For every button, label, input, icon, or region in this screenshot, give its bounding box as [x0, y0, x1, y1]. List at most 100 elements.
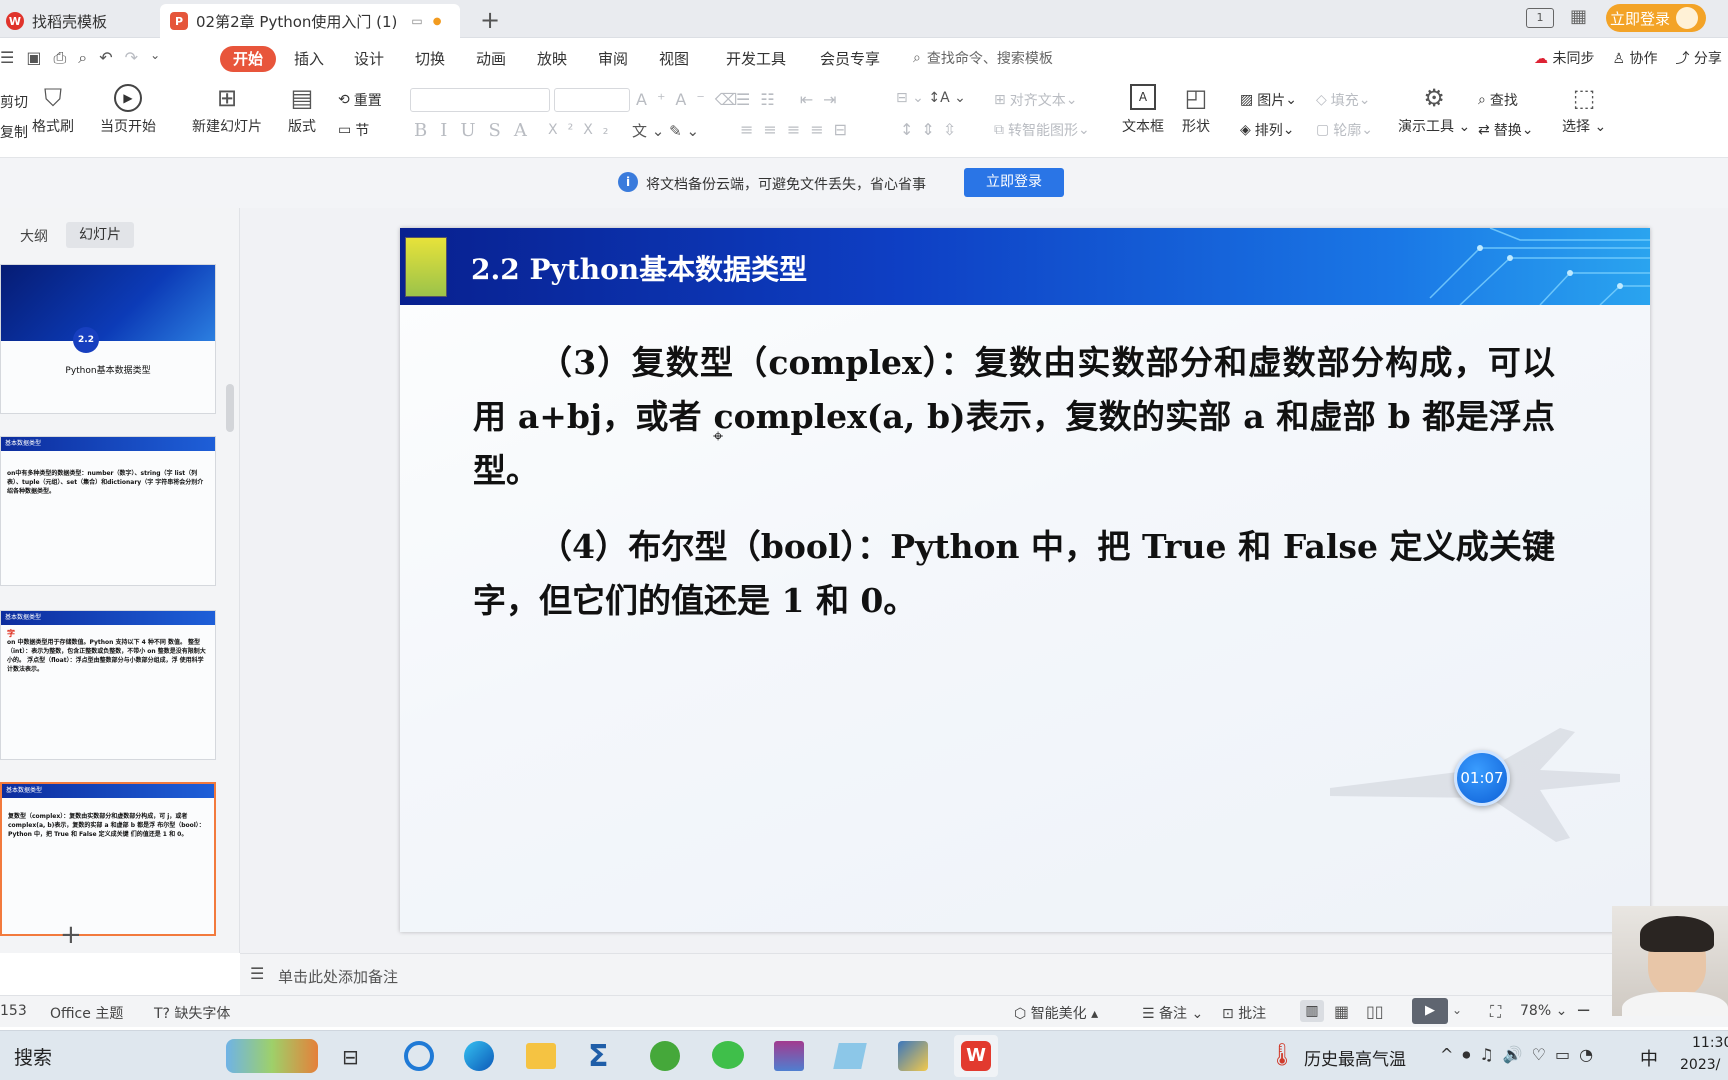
- login-button[interactable]: 立即登录: [1606, 4, 1706, 32]
- slide-thumbnail-4-selected[interactable]: 基本数据类型 复数型（complex）：复数由实数部分和虚数部分构成，可 j，或…: [0, 782, 216, 936]
- tab-current-document[interactable]: P 02第2章 Python使用入门 (1) ▭ ●: [160, 4, 460, 38]
- tab-developer[interactable]: 开发工具: [726, 48, 786, 69]
- phonetic-icon[interactable]: 文 ⌄ ✎ ⌄: [632, 120, 699, 141]
- paragraph-bool[interactable]: （4）布尔型（bool）：Python 中，把 True 和 False 定义成…: [473, 520, 1555, 628]
- slide-thumbnail-3[interactable]: 基本数据类型 字 on 中数据类型用于存储数值。Python 支持以下 4 种不…: [0, 610, 216, 760]
- align-text-button[interactable]: ⊞ 对齐文本 ⌄: [994, 90, 1077, 110]
- notice-login-button[interactable]: 立即登录: [964, 168, 1064, 197]
- find-button[interactable]: ⌕ 查找: [1478, 90, 1518, 110]
- command-search[interactable]: ⌕ 查找命令、搜索模板: [913, 48, 1053, 68]
- convert-smartart-button[interactable]: ⧉ 转智能图形 ⌄: [994, 120, 1090, 140]
- collaborate-button[interactable]: ♙ 协作: [1612, 48, 1657, 68]
- chevron-down-icon[interactable]: ⌄: [150, 48, 160, 68]
- ime-indicator[interactable]: 中: [1640, 1045, 1658, 1071]
- browser-green-icon[interactable]: [650, 1041, 680, 1071]
- select-button[interactable]: ⬚ 选择 ⌄: [1562, 84, 1606, 136]
- cut-button[interactable]: 剪切: [0, 92, 28, 112]
- new-tab-icon[interactable]: +: [480, 6, 500, 34]
- new-slide-button[interactable]: ⊞ 新建幻灯片: [192, 84, 262, 136]
- apps-grid-icon[interactable]: ▦: [1570, 6, 1587, 27]
- print-icon[interactable]: ⎙: [53, 48, 66, 68]
- tab-view[interactable]: 视图: [659, 48, 689, 69]
- zoom-level[interactable]: 78% ⌄: [1520, 1003, 1567, 1019]
- clock-time[interactable]: 11:30: [1692, 1035, 1728, 1051]
- format-painter-button[interactable]: ⛉ 格式刷: [32, 84, 74, 136]
- smart-beautify-button[interactable]: ⬡ 智能美化 ▴: [1014, 1003, 1098, 1023]
- list-icons[interactable]: ☰☷ ⇤⇥: [736, 90, 847, 109]
- monitor-icon[interactable]: ▭: [411, 14, 422, 28]
- clock-date[interactable]: 2023/: [1680, 1057, 1720, 1073]
- save-icon[interactable]: ▣: [26, 48, 41, 68]
- print-preview-icon[interactable]: ⌕: [78, 48, 87, 68]
- copy-button[interactable]: 复制: [0, 122, 28, 142]
- slide-canvas[interactable]: 2.2 Python基本数据类型 （3）复数型（complex）：复数由实数部分…: [400, 228, 1650, 932]
- redo-icon[interactable]: ↷: [125, 48, 138, 68]
- paragraph-complex[interactable]: （3）复数型（complex）：复数由实数部分和虚数部分构成，可以用 a+bj，…: [473, 336, 1555, 498]
- wechat-icon[interactable]: [712, 1041, 744, 1069]
- text-direction-icon[interactable]: ⊟ ⌄ ↕A ⌄: [896, 90, 966, 106]
- textbox-button[interactable]: A 文本框: [1122, 84, 1164, 136]
- superscript-subscript-icon[interactable]: X²X₂: [548, 122, 618, 138]
- play-from-current-button[interactable]: ▶ 当页开始: [100, 84, 156, 136]
- fit-window-icon[interactable]: ⛶: [1490, 1002, 1501, 1022]
- notes-placeholder[interactable]: 单击此处添加备注: [278, 966, 398, 987]
- slide-thumbnail-1[interactable]: 2.2 Python基本数据类型: [0, 264, 216, 414]
- picture-button[interactable]: ▨ 图片 ⌄: [1240, 90, 1297, 110]
- replace-button[interactable]: ⇄ 替换 ⌄: [1478, 120, 1533, 140]
- file-explorer-icon[interactable]: [526, 1043, 556, 1069]
- tab-home[interactable]: 开始: [220, 46, 276, 72]
- font-size-select[interactable]: [554, 88, 630, 112]
- share-button[interactable]: ⤴ 分享: [1675, 48, 1721, 68]
- reading-view-icon[interactable]: ▯▯: [1366, 1002, 1384, 1021]
- tab-docer-templates[interactable]: W 找稻壳模板: [6, 4, 156, 38]
- tab-animation[interactable]: 动画: [476, 48, 506, 69]
- font-size-adjust-icon[interactable]: A⁺A⁻⌫: [636, 90, 747, 109]
- notes-pane[interactable]: ☰ 单击此处添加备注: [240, 953, 1728, 995]
- reset-button[interactable]: ⟲ 重置: [338, 90, 382, 110]
- tab-slideshow[interactable]: 放映: [537, 48, 567, 69]
- alignment-icons[interactable]: ≡≡≡≡⊟: [740, 120, 857, 139]
- theme-name[interactable]: Office 主题: [50, 1003, 123, 1023]
- tab-outline[interactable]: 大纲: [20, 226, 48, 246]
- layout-button[interactable]: ▤ 版式: [288, 84, 316, 136]
- sigma-app-icon[interactable]: Σ: [588, 1039, 609, 1074]
- fill-button[interactable]: ◇ 填充 ⌄: [1316, 90, 1371, 110]
- sync-status[interactable]: ☁ 未同步: [1534, 48, 1594, 68]
- undo-icon[interactable]: ↶: [99, 48, 112, 68]
- font-family-select[interactable]: [410, 88, 550, 112]
- tab-slides[interactable]: 幻灯片: [66, 222, 134, 248]
- normal-view-icon[interactable]: ▥: [1300, 1000, 1324, 1022]
- arrange-button[interactable]: ◈ 排列 ⌄: [1240, 120, 1295, 140]
- tab-member[interactable]: 会员专享: [820, 48, 880, 69]
- line-spacing-icons[interactable]: ↕⇕⇳: [900, 120, 964, 139]
- ie-icon[interactable]: [404, 1041, 434, 1071]
- shape-button[interactable]: ◰ 形状: [1182, 84, 1210, 136]
- slideshow-play-button[interactable]: ▶: [1412, 998, 1448, 1024]
- outline-button[interactable]: ▢ 轮廓 ⌄: [1316, 120, 1373, 140]
- add-slide-icon[interactable]: +: [60, 920, 82, 950]
- edge-icon[interactable]: [464, 1041, 494, 1071]
- slide-sorter-icon[interactable]: ▦: [1334, 1002, 1349, 1021]
- taskbar-search[interactable]: 搜索: [14, 1043, 52, 1070]
- section-button[interactable]: ▭ 节: [338, 120, 369, 140]
- font-style-icons[interactable]: BIUSA: [414, 120, 540, 141]
- missing-font-button[interactable]: T? 缺失字体: [154, 1003, 230, 1023]
- recording-timer[interactable]: 01:07: [1454, 750, 1510, 806]
- chevron-down-icon[interactable]: ⌄: [1452, 1003, 1462, 1017]
- task-view-icon[interactable]: ⊟: [342, 1045, 359, 1069]
- presentation-tools-button[interactable]: ⚙ 演示工具 ⌄: [1398, 84, 1470, 136]
- tab-insert[interactable]: 插入: [294, 48, 324, 69]
- system-tray-icons[interactable]: ^⏺♫🔊♡▭◔: [1440, 1045, 1602, 1065]
- comments-button[interactable]: ⊡ 批注: [1222, 1003, 1266, 1023]
- python-icon[interactable]: [898, 1041, 928, 1071]
- winrar-icon[interactable]: [774, 1041, 804, 1071]
- tab-transitions[interactable]: 切换: [415, 48, 445, 69]
- window-layout-icon[interactable]: 1: [1526, 8, 1554, 28]
- tab-design[interactable]: 设计: [354, 48, 384, 69]
- weather-text[interactable]: 历史最高气温: [1304, 1045, 1406, 1070]
- zoom-out-icon[interactable]: −: [1576, 1000, 1591, 1021]
- notepad-icon[interactable]: [833, 1043, 867, 1069]
- navigator-scrollbar[interactable]: [226, 384, 234, 432]
- notes-toggle-button[interactable]: ☰ 备注 ⌄: [1142, 1003, 1203, 1023]
- tab-review[interactable]: 审阅: [598, 48, 628, 69]
